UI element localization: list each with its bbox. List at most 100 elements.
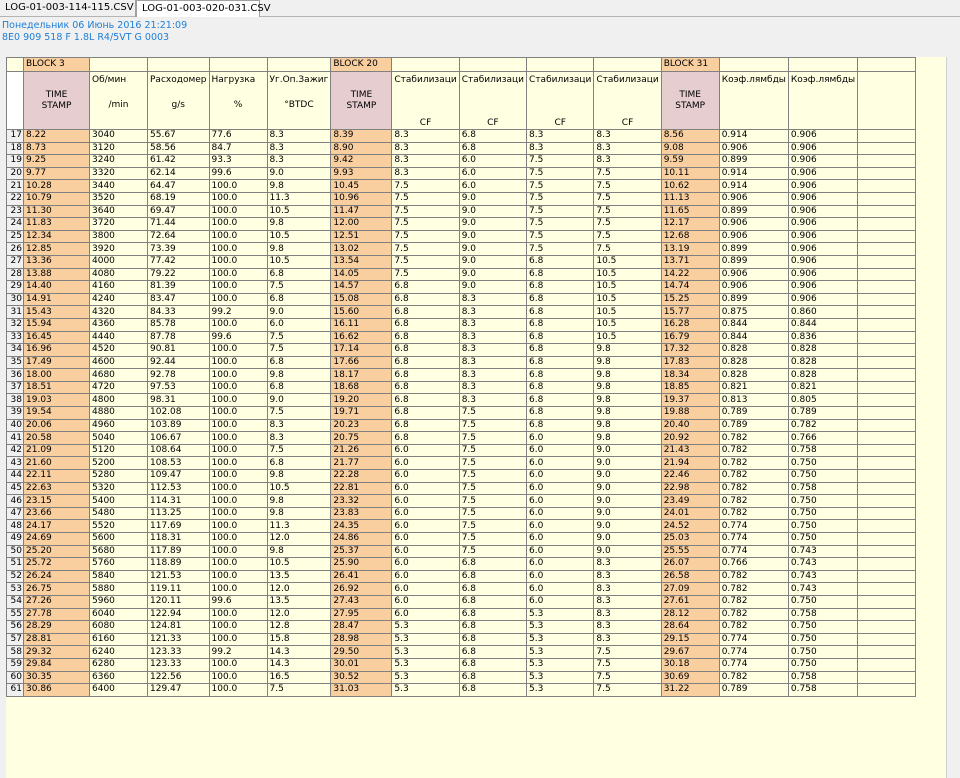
time-stamp-cell[interactable]: 31.03 (330, 683, 393, 697)
grid-cell[interactable]: 0.914 (718, 179, 789, 193)
grid-cell[interactable]: 0.750 (787, 469, 859, 483)
grid-cell[interactable]: 5.3 (391, 645, 460, 659)
grid-cell[interactable]: 69.47 (147, 204, 210, 219)
grid-cell[interactable]: 0.906 (787, 229, 859, 244)
time-stamp-cell[interactable]: 22.28 (330, 469, 393, 483)
grid-cell[interactable]: 6.8 (458, 645, 528, 659)
grid-cell[interactable]: 4240 (89, 292, 148, 307)
grid-cell[interactable]: 0.906 (718, 217, 789, 231)
grid-cell[interactable]: 8.3 (458, 305, 528, 319)
grid-cell[interactable]: 0.828 (718, 368, 789, 382)
grid-cell[interactable]: 5.3 (526, 645, 595, 659)
grid-cell[interactable]: 100.0 (208, 683, 268, 697)
grid-cell[interactable]: 8.3 (593, 129, 662, 143)
time-stamp-cell[interactable]: 29.32 (23, 645, 90, 659)
grid-cell[interactable]: 5280 (89, 469, 148, 483)
grid-cell[interactable]: 0.899 (718, 292, 789, 307)
grid-cell[interactable]: 0.906 (787, 204, 859, 219)
time-stamp-cell[interactable]: 25.55 (660, 544, 720, 559)
grid-cell[interactable]: 9.0 (593, 532, 662, 546)
grid-cell[interactable]: 9.8 (593, 343, 662, 357)
grid-cell[interactable]: 118.89 (147, 557, 210, 571)
grid-cell[interactable]: 124.81 (147, 620, 210, 634)
grid-cell[interactable]: 6.0 (391, 557, 460, 571)
grid-cell[interactable]: 9.8 (266, 179, 332, 193)
grid-cell[interactable]: 0.782 (718, 494, 789, 508)
row-number[interactable]: 53 (6, 582, 24, 596)
grid-cell[interactable]: 6.0 (526, 469, 595, 483)
row-number[interactable]: 56 (6, 620, 24, 634)
time-stamp-cell[interactable]: 8.90 (330, 141, 393, 156)
grid-cell[interactable]: 6.8 (526, 330, 595, 345)
grid-cell[interactable]: 4520 (89, 343, 148, 357)
grid-cell[interactable]: 12.0 (266, 532, 332, 546)
time-stamp-cell[interactable]: 21.09 (23, 443, 90, 458)
grid-cell[interactable]: 0.906 (787, 166, 859, 181)
grid-cell[interactable]: 8.3 (526, 129, 595, 143)
grid-cell[interactable]: 8.3 (458, 343, 528, 357)
time-stamp-cell[interactable]: 14.74 (660, 280, 720, 294)
grid-cell[interactable] (857, 519, 917, 533)
grid-cell[interactable]: 5.3 (526, 620, 595, 634)
grid-cell[interactable]: 10.5 (266, 204, 332, 219)
grid-cell[interactable]: 100.0 (208, 317, 268, 332)
time-stamp-cell[interactable]: 28.47 (330, 620, 393, 634)
row-number[interactable]: 61 (6, 683, 24, 697)
grid-cell[interactable]: 6.8 (391, 355, 460, 370)
grid-cell[interactable]: 100.0 (208, 343, 268, 357)
grid-cell[interactable]: 5.3 (391, 657, 460, 672)
grid-cell[interactable]: 109.47 (147, 469, 210, 483)
grid-cell[interactable]: 7.5 (526, 229, 595, 244)
grid-cell[interactable]: 6.0 (458, 179, 528, 193)
grid-cell[interactable]: 4960 (89, 418, 148, 433)
grid-cell[interactable]: 7.5 (458, 456, 528, 471)
grid-cell[interactable] (857, 242, 917, 256)
time-stamp-cell[interactable]: 23.49 (660, 494, 720, 508)
time-stamp-cell[interactable]: 9.42 (330, 154, 393, 168)
time-stamp-cell[interactable]: 16.96 (23, 343, 90, 357)
time-stamp-cell[interactable]: 16.45 (23, 330, 90, 345)
grid-cell[interactable]: 99.6 (208, 330, 268, 345)
grid-cell[interactable]: 5.3 (391, 620, 460, 634)
time-stamp-cell[interactable]: 18.17 (330, 368, 393, 382)
grid-cell[interactable]: 6.8 (526, 280, 595, 294)
time-stamp-cell[interactable]: 21.26 (330, 443, 393, 458)
grid-cell[interactable]: 84.33 (147, 305, 210, 319)
grid-cell[interactable]: 100.0 (208, 355, 268, 370)
time-stamp-cell[interactable]: 25.20 (23, 544, 90, 559)
grid-cell[interactable]: 0.875 (718, 305, 789, 319)
grid-cell[interactable]: 0.750 (787, 519, 859, 533)
row-number[interactable]: 22 (6, 191, 24, 206)
grid-cell[interactable]: 7.5 (391, 217, 460, 231)
grid-cell[interactable]: 6.0 (391, 456, 460, 471)
grid-cell[interactable]: 0.743 (787, 544, 859, 559)
grid-cell[interactable]: 8.3 (593, 594, 662, 609)
grid-cell[interactable]: 9.8 (593, 418, 662, 433)
time-stamp-cell[interactable]: 25.90 (330, 557, 393, 571)
grid-cell[interactable]: 9.8 (593, 431, 662, 445)
column-header[interactable]: Коэф.лямбды (787, 71, 859, 130)
grid-cell[interactable]: 6.8 (458, 670, 528, 685)
vertical-scrollbar[interactable] (946, 57, 960, 778)
grid-cell[interactable]: 77.42 (147, 254, 210, 269)
grid-cell[interactable]: 83.47 (147, 292, 210, 307)
grid-cell[interactable]: 7.5 (458, 406, 528, 420)
grid-cell[interactable]: 62.14 (147, 166, 210, 181)
grid-cell[interactable] (857, 544, 917, 559)
grid-cell[interactable]: 100.0 (208, 418, 268, 433)
grid-cell[interactable]: 10.5 (593, 267, 662, 282)
grid-cell[interactable]: 100.0 (208, 532, 268, 546)
time-stamp-cell[interactable]: 19.03 (23, 393, 90, 408)
time-stamp-header[interactable]: TIME STAMP (660, 71, 720, 130)
grid-cell[interactable]: 5600 (89, 532, 148, 546)
time-stamp-cell[interactable]: 13.36 (23, 254, 90, 269)
block-cell[interactable] (391, 57, 460, 72)
grid-cell[interactable]: 84.7 (208, 141, 268, 156)
grid-cell[interactable]: 0.750 (787, 594, 859, 609)
time-stamp-cell[interactable]: 16.28 (660, 317, 720, 332)
row-number[interactable]: 46 (6, 494, 24, 508)
grid-cell[interactable]: 0.844 (718, 330, 789, 345)
time-stamp-cell[interactable]: 11.30 (23, 204, 90, 219)
grid-cell[interactable]: 92.44 (147, 355, 210, 370)
grid-cell[interactable]: 6.8 (391, 393, 460, 408)
